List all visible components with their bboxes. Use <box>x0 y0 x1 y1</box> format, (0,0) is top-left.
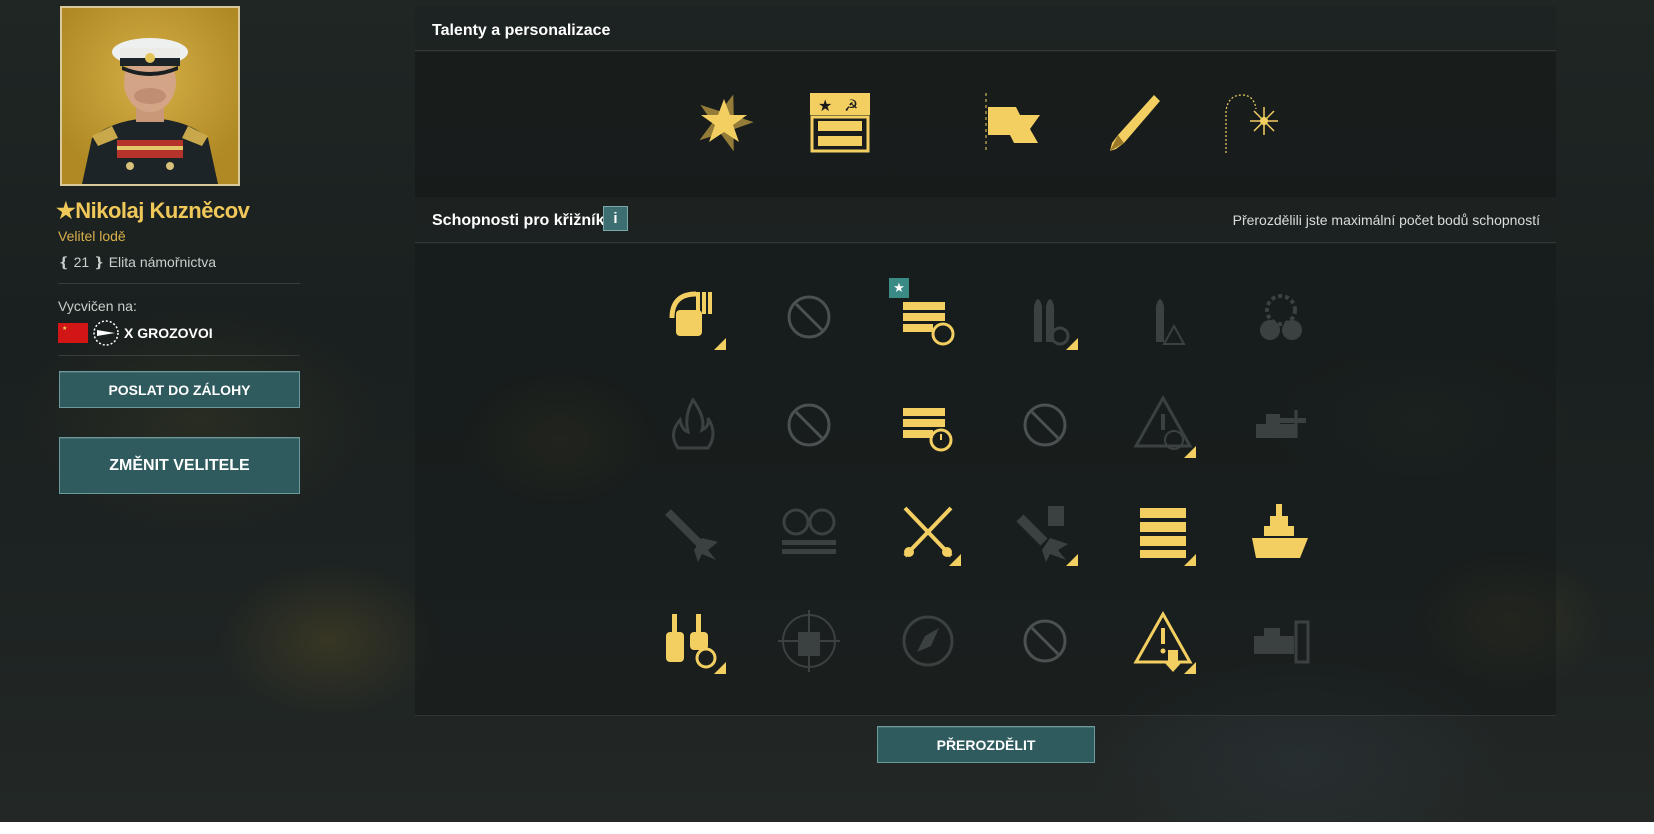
fire-icon[interactable] <box>658 390 728 460</box>
skill-level-corner <box>1184 554 1196 566</box>
star-badge-icon: ★ <box>889 278 909 298</box>
ship-shield-icon[interactable] <box>1246 606 1316 676</box>
skill-level-corner <box>714 338 726 350</box>
crossed-rockets-icon[interactable] <box>893 498 963 568</box>
skill-level-corner <box>1066 554 1078 566</box>
divider <box>58 355 300 356</box>
consumable-reload-icon[interactable]: ★ <box>889 278 963 352</box>
flag-icon[interactable] <box>980 91 1044 155</box>
ship-gun-icon[interactable] <box>1246 390 1316 460</box>
send-to-reserve-button[interactable]: POSLAT DO ZÁLOHY <box>59 371 300 408</box>
torpedo-explosion-icon[interactable] <box>658 498 728 568</box>
talents-header: Talenty a personalizace <box>415 6 1556 51</box>
alert-scope-icon[interactable] <box>1128 390 1198 460</box>
disabled-icon[interactable] <box>1010 390 1080 460</box>
turret-reload-icon[interactable] <box>658 282 728 352</box>
disabled-icon[interactable] <box>774 282 844 352</box>
ribbon-banner-icon[interactable]: ★ ☭ <box>808 91 872 155</box>
commander-portrait <box>60 6 240 186</box>
shells-reload-icon[interactable] <box>1010 282 1080 352</box>
skill-level-corner <box>1066 338 1078 350</box>
commander-role: Velitel lodě <box>58 228 126 244</box>
skill-level-corner <box>949 554 961 566</box>
disabled-icon[interactable] <box>1010 606 1080 676</box>
skills-title: Schopnosti pro křižníky <box>432 212 614 229</box>
ammo-racks-icon[interactable] <box>774 498 844 568</box>
compass-icon[interactable] <box>893 606 963 676</box>
change-commander-button[interactable]: ZMĚNIT VELITELE <box>59 437 300 494</box>
hammer-explosion-icon[interactable] <box>1010 498 1080 568</box>
alert-down-icon[interactable] <box>1128 606 1198 676</box>
talents-title: Talenty a personalizace <box>432 22 611 39</box>
pen-icon[interactable] <box>1100 91 1164 155</box>
consumable-timer-icon[interactable] <box>893 390 963 460</box>
skill-level-corner <box>1184 446 1196 458</box>
svg-text:☭: ☭ <box>844 98 858 115</box>
commander-name: ★Nikolaj Kuzněcov <box>56 198 250 223</box>
commander-screen: ★Nikolaj Kuzněcov Velitel lodě ❴ 21 ❵ El… <box>0 0 1654 822</box>
consumable-stack-icon[interactable] <box>1128 498 1198 568</box>
redistribute-button[interactable]: PŘEROZDĚLIT <box>877 726 1095 763</box>
svg-text:★: ★ <box>818 98 832 115</box>
trained-label: Vycvičen na: <box>58 298 137 314</box>
skill-level-corner <box>1184 662 1196 674</box>
divider <box>58 283 300 284</box>
points-message: Přerozdělili jste maximální počet bodů s… <box>1232 212 1540 228</box>
disabled-icon[interactable] <box>774 390 844 460</box>
ship-name: X GROZOVOI <box>124 325 213 341</box>
shell-warning-icon[interactable] <box>1128 282 1198 352</box>
skill-level-corner <box>714 662 726 674</box>
star-emblem-icon[interactable] <box>692 91 756 155</box>
radiation-gear-icon[interactable] <box>1246 282 1316 352</box>
ship-crosshair-icon[interactable] <box>774 606 844 676</box>
battleship-icon[interactable] <box>1246 498 1316 568</box>
turret-cycle-icon[interactable] <box>658 606 728 676</box>
destroyer-class-icon <box>93 320 119 346</box>
firework-icon[interactable] <box>1220 91 1284 155</box>
skills-panel <box>415 244 1556 716</box>
info-button[interactable]: i <box>603 206 628 231</box>
ussr-flag-icon: ★ <box>58 323 88 343</box>
commander-level: ❴ 21 ❵ Elita námořnictva <box>58 254 217 270</box>
